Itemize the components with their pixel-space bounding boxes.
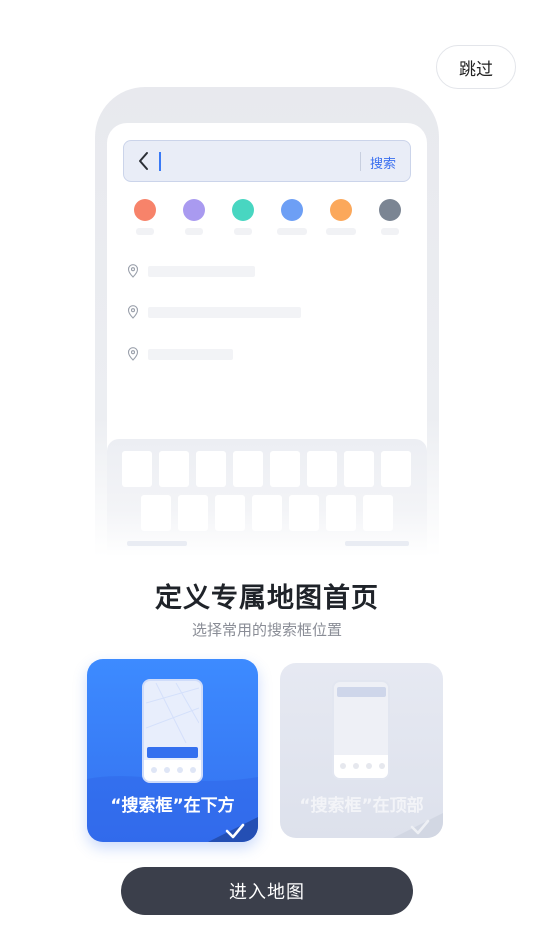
search-divider <box>360 152 361 171</box>
mini-dot <box>190 767 196 773</box>
history-item-placeholder <box>148 349 233 360</box>
preview-search-label: 搜索 <box>370 157 397 172</box>
option-search-top[interactable]: “搜索框”在顶部 <box>280 663 443 838</box>
mini-dot <box>151 767 157 773</box>
keyboard-key <box>326 495 356 531</box>
page-subtitle: 选择常用的搜索框位置 <box>191 621 342 639</box>
history-item-placeholder <box>148 266 255 277</box>
mini-dot <box>366 763 372 769</box>
option-search-bottom[interactable]: “搜索框”在下方 <box>87 659 258 842</box>
keyboard-key <box>252 495 282 531</box>
keyboard-key <box>233 451 263 487</box>
keyboard-key <box>141 495 171 531</box>
keyboard-key <box>289 495 319 531</box>
location-pin-icon <box>127 264 139 278</box>
mini-phone-preview <box>332 680 390 780</box>
mini-dot <box>177 767 183 773</box>
checkmark-icon <box>393 813 443 838</box>
mini-phone-preview <box>142 679 203 783</box>
preview-search-bar: 搜索 <box>123 140 411 182</box>
keyboard-key <box>344 451 374 487</box>
keyboard-key <box>307 451 337 487</box>
keyboard-key <box>159 451 189 487</box>
checkmark-icon <box>208 817 258 842</box>
keyboard-key <box>270 451 300 487</box>
mini-search-bar <box>147 747 198 758</box>
mini-dot <box>340 763 346 769</box>
keyboard-key <box>178 495 208 531</box>
map-lines-icon <box>146 683 199 743</box>
keyboard-key-placeholder <box>127 541 187 546</box>
category-dot <box>232 199 254 221</box>
location-pin-icon <box>127 305 139 319</box>
text-caret <box>159 152 161 171</box>
category-label-placeholder <box>185 228 203 235</box>
keyboard-icon <box>107 439 427 557</box>
history-item-placeholder <box>148 307 301 318</box>
option-label: “搜索框”在下方 <box>110 796 235 816</box>
category-label-placeholder <box>381 228 399 235</box>
category-dot <box>330 199 352 221</box>
category-label-placeholder <box>136 228 154 235</box>
category-label-placeholder <box>277 228 307 235</box>
keyboard-key <box>363 495 393 531</box>
keyboard-key <box>122 451 152 487</box>
page-title: 定义专属地图首页 <box>155 583 379 614</box>
location-pin-icon <box>127 347 139 361</box>
category-dot <box>379 199 401 221</box>
keyboard-key <box>215 495 245 531</box>
category-label-placeholder <box>234 228 252 235</box>
category-dot <box>134 199 156 221</box>
keyboard-key-placeholder <box>345 541 409 546</box>
mini-dot <box>353 763 359 769</box>
category-dot <box>281 199 303 221</box>
category-dot <box>183 199 205 221</box>
mini-dot <box>164 767 170 773</box>
skip-button[interactable]: 跳过 <box>436 45 516 89</box>
keyboard-key <box>196 451 226 487</box>
mini-dot <box>379 763 385 769</box>
keyboard-key <box>381 451 411 487</box>
phone-preview: 搜索 <box>95 87 439 557</box>
category-label-placeholder <box>326 228 356 235</box>
mini-search-bar <box>337 687 386 697</box>
back-chevron-icon <box>139 152 148 170</box>
enter-map-button[interactable]: 进入地图 <box>121 867 413 915</box>
